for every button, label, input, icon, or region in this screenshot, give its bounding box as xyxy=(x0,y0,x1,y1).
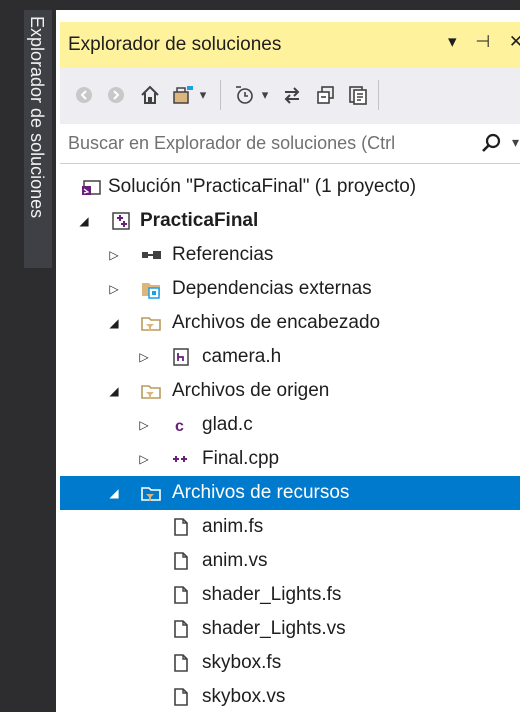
panel-title: Explorador de soluciones xyxy=(68,34,282,55)
tree-item-label: Archivos de origen xyxy=(172,380,330,401)
cpp-file-icon xyxy=(173,456,187,462)
solution-label: Solución "PracticaFinal" (1 proyecto) xyxy=(108,176,417,197)
search-box: ▾ xyxy=(60,124,520,164)
tree-item-label: shader_Lights.fs xyxy=(202,584,342,605)
window-position-dropdown-icon[interactable]: ▾ xyxy=(448,32,457,52)
file-icon xyxy=(174,620,188,638)
tree-item-label: Final.cpp xyxy=(202,448,280,469)
tree-row-shader-lights-vs[interactable]: shader_Lights.vs xyxy=(60,612,520,646)
expanded-arrow-icon[interactable]: ◢ xyxy=(76,211,92,231)
panel-title-bar: Explorador de soluciones ▾ ⊣ ✕ xyxy=(60,22,520,68)
refresh-sync-icon[interactable] xyxy=(278,81,306,109)
expanded-arrow-icon[interactable]: ◢ xyxy=(106,381,122,401)
tree-item-label: Archivos de encabezado xyxy=(172,312,381,333)
tree-item-label: Referencias xyxy=(172,244,274,265)
tree-item-label: skybox.vs xyxy=(202,686,286,707)
tree-row-archivos-de-recursos[interactable]: ◢ Archivos de recursos xyxy=(60,476,520,510)
pin-icon[interactable]: ⊣ xyxy=(475,32,490,52)
tree-item-label: Dependencias externas xyxy=(172,278,372,299)
tree-row-anim-fs[interactable]: anim.fs xyxy=(60,510,520,544)
file-icon xyxy=(174,586,188,604)
file-icon xyxy=(174,518,188,536)
collapsed-arrow-icon[interactable]: ▷ xyxy=(136,415,152,435)
chevron-down-icon[interactable]: ▾ xyxy=(194,81,212,109)
side-tab-label: Explorador de soluciones xyxy=(27,16,47,219)
header-file-icon xyxy=(173,348,189,366)
file-icon xyxy=(174,654,188,672)
tree-item-label: camera.h xyxy=(202,346,282,367)
tree-row-archivos-de-origen[interactable]: ◢ Archivos de origen xyxy=(60,374,520,408)
file-icon xyxy=(174,552,188,570)
collapsed-arrow-icon[interactable]: ▷ xyxy=(106,279,122,299)
solution-icon xyxy=(82,180,101,195)
tree-row-solution[interactable]: Solución "PracticaFinal" (1 proyecto) xyxy=(60,170,520,204)
tree-row-dependencias-externas[interactable]: ▷ Dependencias externas xyxy=(60,272,520,306)
tree-item-label: Archivos de recursos xyxy=(172,482,350,503)
show-all-files-icon[interactable] xyxy=(344,81,372,109)
forward-icon[interactable] xyxy=(102,81,130,109)
tree-row-camera-h[interactable]: ▷ camera.h xyxy=(60,340,520,374)
tree-item-label: glad.c xyxy=(202,414,253,435)
project-label: PracticaFinal xyxy=(140,210,259,231)
search-options-chevron-icon[interactable]: ▾ xyxy=(512,134,519,151)
c-file-icon: c xyxy=(175,418,184,435)
expanded-arrow-icon[interactable]: ◢ xyxy=(106,313,122,333)
collapse-all-icon[interactable] xyxy=(312,81,340,109)
toolbar-separator xyxy=(378,80,379,110)
top-frame xyxy=(52,0,520,10)
search-icon[interactable] xyxy=(480,132,502,154)
tree-row-archivos-de-encabezado[interactable]: ◢ Archivos de encabezado xyxy=(60,306,520,340)
title-controls: ▾ ⊣ ✕ xyxy=(448,32,520,52)
panel-toolbar: ▾ ▾ xyxy=(60,68,520,124)
tree-item-label: anim.fs xyxy=(202,516,264,537)
toolbar-separator xyxy=(220,80,221,110)
tree-row-skybox-vs[interactable]: skybox.vs xyxy=(60,680,520,714)
tree-row-project[interactable]: ◢ PracticaFinal xyxy=(60,204,520,238)
tree-row-skybox-fs[interactable]: skybox.fs xyxy=(60,646,520,680)
svg-text:c: c xyxy=(175,418,184,435)
side-tab-strip: Explorador de soluciones xyxy=(0,0,52,712)
tree-row-shader-lights-fs[interactable]: shader_Lights.fs xyxy=(60,578,520,612)
tree-item-label: shader_Lights.vs xyxy=(202,618,346,639)
collapsed-arrow-icon[interactable]: ▷ xyxy=(136,449,152,469)
filter-folder-icon xyxy=(141,487,161,501)
pending-changes-icon[interactable] xyxy=(230,81,258,109)
expanded-arrow-icon[interactable]: ◢ xyxy=(106,483,122,503)
home-icon[interactable] xyxy=(136,81,164,109)
tree-row-referencias[interactable]: ▷ Referencias xyxy=(60,238,520,272)
collapsed-arrow-icon[interactable]: ▷ xyxy=(106,245,122,265)
tree-item-label: skybox.fs xyxy=(202,652,282,673)
external-deps-icon xyxy=(142,283,160,299)
side-tab-solution-explorer[interactable]: Explorador de soluciones xyxy=(24,10,52,268)
close-icon[interactable]: ✕ xyxy=(509,32,520,52)
back-icon[interactable] xyxy=(70,81,98,109)
collapsed-arrow-icon[interactable]: ▷ xyxy=(136,347,152,367)
file-icon xyxy=(174,688,188,706)
chevron-down-icon[interactable]: ▾ xyxy=(256,81,274,109)
tree-row-glad-c[interactable]: ▷ c glad.c xyxy=(60,408,520,442)
filter-folder-icon xyxy=(141,385,161,399)
search-input[interactable] xyxy=(66,124,478,162)
tree-item-label: anim.vs xyxy=(202,550,268,571)
filter-folder-icon xyxy=(141,317,161,331)
tree-row-anim-vs[interactable]: anim.vs xyxy=(60,544,520,578)
references-icon xyxy=(142,251,161,259)
cpp-project-icon xyxy=(112,212,130,230)
solution-explorer-panel: Explorador de soluciones ▾ ⊣ ✕ ▾ ▾ Busca… xyxy=(52,10,520,712)
tree-row-final-cpp[interactable]: ▷ Final.cpp xyxy=(60,442,520,476)
